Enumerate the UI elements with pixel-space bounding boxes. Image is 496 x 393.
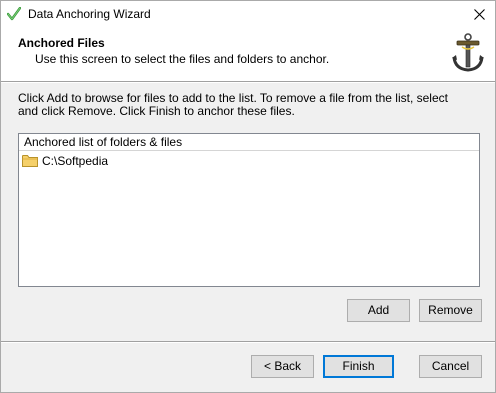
anchor-icon: [452, 33, 484, 72]
header-divider: [1, 81, 495, 83]
page-subtitle: Use this screen to select the files and …: [35, 52, 330, 66]
close-icon: [473, 8, 485, 20]
list-column-header[interactable]: Anchored list of folders & files: [19, 134, 479, 151]
wizard-header: Anchored Files Use this screen to select…: [1, 29, 495, 81]
list-item-label: C:\Softpedia: [42, 153, 109, 168]
close-button[interactable]: [467, 3, 491, 25]
wizard-window: Data Anchoring Wizard Anchored Files Use…: [0, 0, 496, 393]
page-title: Anchored Files: [18, 36, 105, 50]
footer-divider: [1, 341, 495, 343]
remove-button[interactable]: Remove: [419, 299, 482, 322]
instructions-text: Click Add to browse for files to add to …: [18, 91, 448, 118]
folder-icon: [22, 155, 38, 167]
anchored-files-list[interactable]: Anchored list of folders & files C:\Soft…: [18, 133, 480, 287]
checkmark-app-icon: [7, 7, 21, 21]
cancel-button[interactable]: Cancel: [419, 355, 482, 378]
add-button[interactable]: Add: [347, 299, 410, 322]
finish-button[interactable]: Finish: [323, 355, 394, 378]
list-rows: C:\Softpedia: [19, 152, 479, 169]
back-button[interactable]: < Back: [251, 355, 314, 378]
list-item[interactable]: C:\Softpedia: [19, 152, 479, 169]
title-bar: Data Anchoring Wizard: [1, 1, 495, 29]
window-title: Data Anchoring Wizard: [28, 7, 151, 21]
